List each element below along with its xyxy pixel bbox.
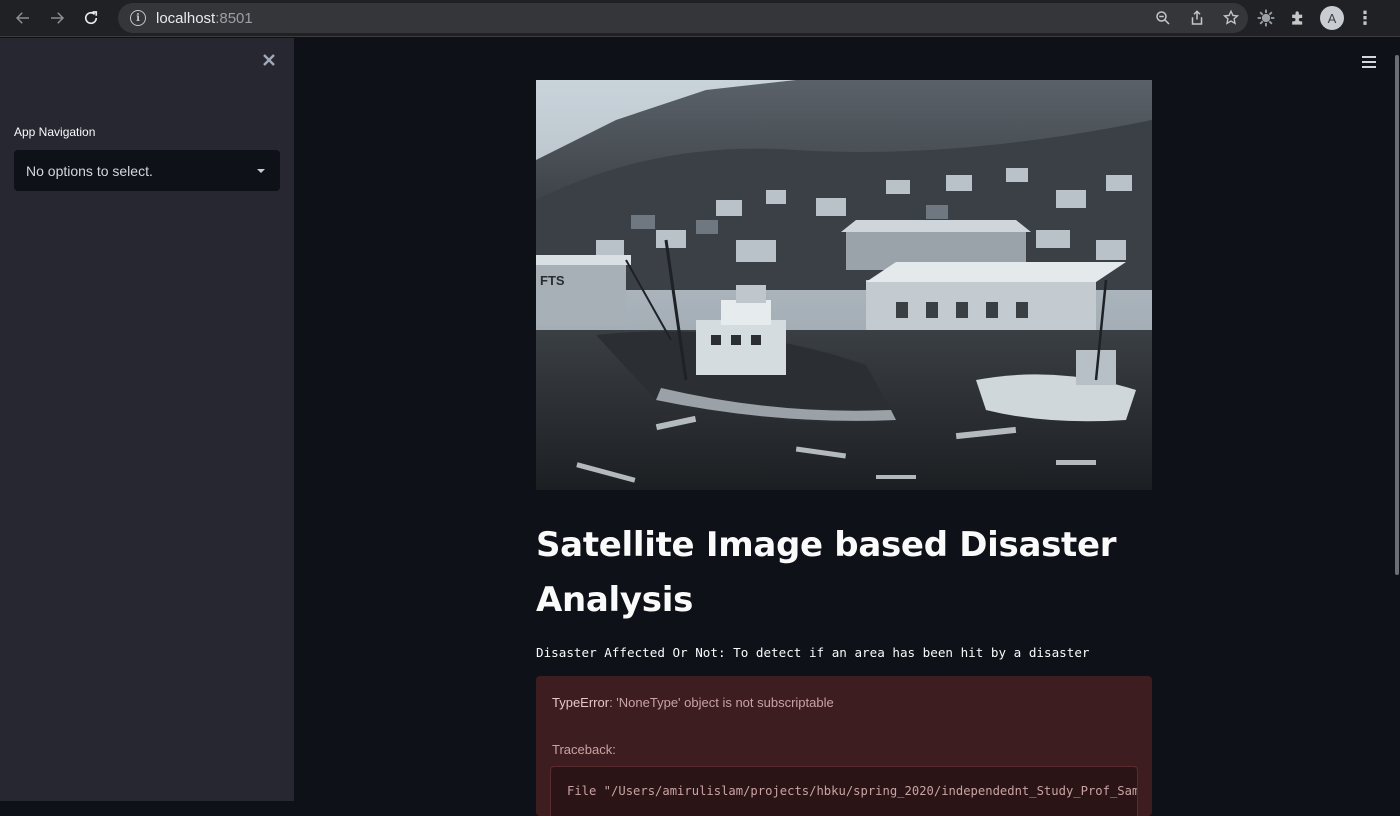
error-message: TypeError: 'NoneType' object is not subs… (552, 695, 834, 710)
sidebar: App Navigation No options to select. (0, 38, 294, 801)
disaster-photo: FTS (536, 80, 1152, 490)
traceback-code-block[interactable]: File "/Users/amirulislam/projects/hbku/s… (550, 766, 1138, 816)
hamburger-menu-icon[interactable] (1362, 56, 1376, 68)
url-host: localhost (156, 9, 216, 27)
bookmark-star-icon[interactable] (1222, 9, 1240, 27)
select-value: No options to select. (26, 162, 153, 179)
app-navigation-label: App Navigation (14, 125, 96, 139)
url-text: localhost:8501 (156, 10, 253, 27)
error-text: : 'NoneType' object is not subscriptable (609, 695, 834, 710)
reload-icon (84, 11, 98, 25)
traceback-line: File "/Users/amirulislam/projects/hbku/s… (567, 784, 1138, 798)
back-button[interactable] (6, 1, 40, 35)
page-subtitle: Disaster Affected Or Not: To detect if a… (536, 645, 1090, 660)
menu-kebab-icon[interactable]: ⋮ (1356, 9, 1374, 27)
browser-toolbar: i localhost:8501 A ⋮ (0, 0, 1400, 37)
puzzle-extensions-icon[interactable] (1288, 8, 1308, 28)
error-type: TypeError (552, 695, 610, 710)
site-info-icon[interactable]: i (130, 10, 146, 26)
reload-button[interactable] (74, 1, 108, 35)
extension-gear-icon[interactable] (1256, 8, 1276, 28)
error-alert: TypeError: 'NoneType' object is not subs… (536, 676, 1152, 816)
app-navigation-select[interactable]: No options to select. (14, 150, 280, 191)
main-content: FTS Satellite Image based Disaster Analy… (294, 38, 1400, 816)
share-icon[interactable] (1188, 9, 1206, 27)
page-title: Satellite Image based Disaster Analysis (536, 525, 1117, 620)
svg-text:FTS: FTS (540, 273, 565, 288)
url-port: :8501 (215, 9, 253, 27)
back-arrow-icon (15, 12, 29, 24)
zoom-icon[interactable] (1154, 9, 1172, 27)
address-bar[interactable]: i localhost:8501 (118, 3, 1248, 33)
page-scrollbar[interactable] (1395, 55, 1399, 575)
close-icon[interactable] (261, 52, 277, 68)
forward-arrow-icon (51, 12, 65, 24)
forward-button[interactable] (40, 1, 74, 35)
chevron-down-icon (257, 169, 265, 173)
traceback-label: Traceback: (552, 742, 616, 757)
profile-avatar[interactable]: A (1320, 6, 1344, 30)
